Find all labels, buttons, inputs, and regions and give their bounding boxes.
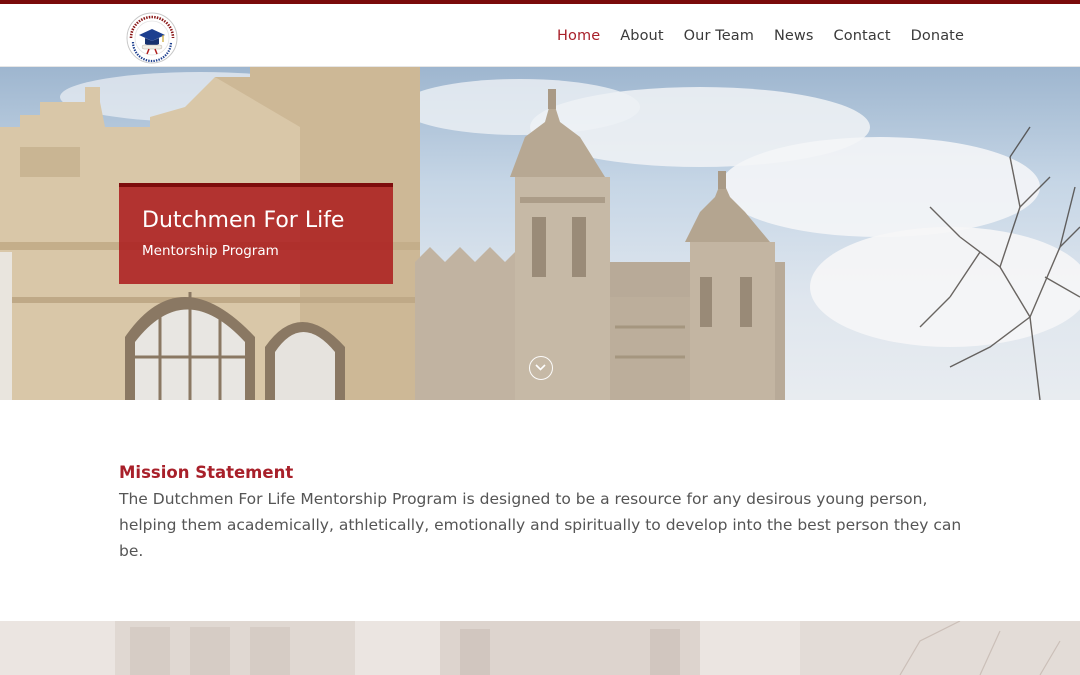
nav-news[interactable]: News xyxy=(774,28,814,44)
hero-subtitle: Mentorship Program xyxy=(142,243,279,259)
hero-section: Dutchmen For Life Mentorship Program xyxy=(0,67,1080,400)
nav-donate[interactable]: Donate xyxy=(911,28,964,44)
nav-home[interactable]: Home xyxy=(557,28,600,44)
chevron-down-circle-icon xyxy=(535,364,546,371)
site-logo[interactable] xyxy=(125,11,179,65)
site-header: Home About Our Team News Contact Donate xyxy=(0,4,1080,67)
bottom-background-image xyxy=(0,621,1080,675)
nav-our-team[interactable]: Our Team xyxy=(684,28,754,44)
mission-text: The Dutchmen For Life Mentorship Program… xyxy=(119,490,962,560)
nav-contact[interactable]: Contact xyxy=(834,28,891,44)
nav-about[interactable]: About xyxy=(620,28,663,44)
scroll-down-button[interactable] xyxy=(529,356,553,380)
mission-section: Mission Statement The Dutchmen For Life … xyxy=(119,463,969,564)
hero-title-card: Dutchmen For Life Mentorship Program xyxy=(119,183,393,284)
hero-title: Dutchmen For Life xyxy=(142,208,345,233)
mission-title: Mission Statement xyxy=(119,463,294,482)
bottom-image-band xyxy=(0,621,1080,675)
main-nav: Home About Our Team News Contact Donate xyxy=(537,4,964,67)
